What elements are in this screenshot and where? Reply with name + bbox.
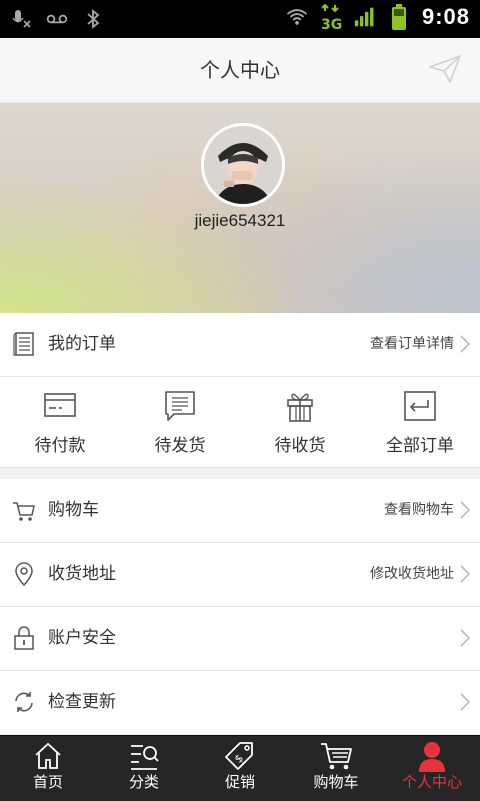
voicemail-icon: [46, 8, 68, 30]
tab-profile[interactable]: 个人中心: [384, 736, 480, 801]
chevron-right-icon: [460, 335, 471, 353]
message-list-icon: [160, 389, 200, 423]
status-bar: 3G 9:08: [0, 0, 480, 38]
cart-icon: [320, 740, 352, 772]
wifi-icon: [286, 6, 308, 28]
category-search-icon: [128, 740, 160, 772]
signal-strength-icon: [354, 6, 376, 28]
status-time: 9:08: [421, 4, 470, 29]
send-icon[interactable]: [428, 54, 462, 84]
tab-label: 分类: [128, 773, 159, 791]
chevron-right-icon: [460, 501, 471, 519]
my-orders-label: 我的订单: [48, 334, 116, 354]
svg-text:3G: 3G: [321, 17, 342, 31]
menu-item-label: 收货地址: [48, 564, 116, 584]
chevron-right-icon: [460, 565, 471, 583]
page-title: 个人中心: [200, 58, 280, 82]
menu-item-account-security[interactable]: 账户安全: [0, 607, 480, 671]
battery-icon: [388, 4, 410, 30]
location-pin-icon: [12, 561, 36, 587]
bottom-tab-bar: 首页 分类 $ 促销 购物车 个人中心: [0, 735, 480, 801]
tab-home[interactable]: 首页: [0, 736, 96, 801]
document-icon: [12, 331, 36, 357]
menu-item-cart[interactable]: 购物车 查看购物车: [0, 479, 480, 543]
home-icon: [32, 740, 64, 772]
cart-icon: [12, 497, 36, 523]
return-arrow-icon: [400, 389, 440, 423]
tab-category[interactable]: 分类: [96, 736, 192, 801]
profile-header: jiejie654321: [0, 103, 480, 313]
tab-cart[interactable]: 购物车: [288, 736, 384, 801]
menu-item-check-update[interactable]: 检查更新: [0, 671, 480, 735]
order-pending-shipment-label: 待发货: [154, 436, 206, 456]
order-all[interactable]: 全部订单: [360, 377, 480, 467]
refresh-icon: [12, 689, 36, 715]
tab-label: 首页: [32, 773, 63, 791]
chevron-right-icon: [460, 693, 471, 711]
avatar[interactable]: [201, 123, 285, 207]
tab-promotions[interactable]: $ 促销: [192, 736, 288, 801]
bluetooth-icon: [82, 8, 104, 30]
order-pending-receipt-label: 待收货: [274, 436, 326, 456]
title-bar: 个人中心: [0, 38, 480, 103]
view-order-details-link[interactable]: 查看订单详情: [370, 313, 454, 376]
order-pending-receipt[interactable]: 待收货: [240, 377, 360, 467]
person-icon: [416, 740, 448, 772]
lock-icon: [12, 625, 36, 651]
status-right: 3G 9:08: [286, 3, 470, 31]
menu-item-label: 账户安全: [48, 628, 116, 648]
view-cart-link[interactable]: 查看购物车: [384, 479, 454, 542]
menu-item-label: 检查更新: [48, 692, 116, 712]
my-orders-row[interactable]: 我的订单 查看订单详情: [0, 313, 480, 377]
status-left: [10, 8, 104, 30]
tab-label: 购物车: [313, 773, 359, 791]
menu-item-address[interactable]: 收货地址 修改收货地址: [0, 543, 480, 607]
tab-label: 促销: [224, 773, 255, 791]
order-all-label: 全部订单: [386, 436, 454, 456]
order-pending-payment-label: 待付款: [34, 436, 86, 456]
edit-address-link[interactable]: 修改收货地址: [370, 543, 454, 606]
tab-label: 个人中心: [401, 773, 462, 791]
chevron-right-icon: [460, 629, 471, 647]
card-icon: [40, 389, 80, 423]
username: jiejie654321: [194, 211, 286, 230]
mic-muted-icon: [10, 8, 32, 30]
tag-icon: $: [224, 740, 256, 772]
network-3g-icon: 3G: [320, 3, 342, 31]
order-status-grid: 待付款 待发货 待收货 全部订单: [0, 377, 480, 468]
gift-icon: [280, 389, 320, 423]
order-pending-payment[interactable]: 待付款: [0, 377, 120, 467]
order-pending-shipment[interactable]: 待发货: [120, 377, 240, 467]
menu-item-label: 购物车: [48, 500, 99, 520]
